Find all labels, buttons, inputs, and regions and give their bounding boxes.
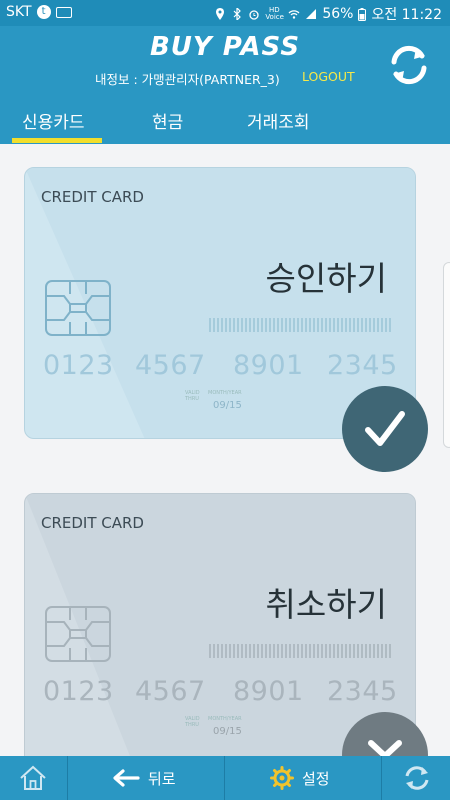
- card-number-group: 8901: [233, 350, 304, 381]
- magnetic-stripe: [209, 318, 391, 332]
- card-number-group: 2345: [327, 676, 398, 707]
- nav-divider: [67, 756, 68, 800]
- tab-cash[interactable]: 현금: [152, 108, 183, 133]
- card-type-label: CREDIT CARD: [41, 188, 144, 206]
- card-number-group: 4567: [135, 350, 206, 381]
- status-bar: SKT t HD Voice 56% 오전 11:22: [0, 0, 450, 26]
- month-year-label: MONTH/YEAR: [208, 716, 242, 722]
- approve-button[interactable]: [342, 386, 428, 472]
- refresh-icon[interactable]: [402, 764, 432, 792]
- notification-icon: [55, 6, 72, 18]
- bluetooth-icon: [233, 8, 242, 20]
- battery-icon: [358, 7, 367, 21]
- card-number-group: 2345: [327, 350, 398, 381]
- card-chip-icon: [45, 280, 111, 336]
- active-tab-indicator: [12, 138, 102, 143]
- card-chip-icon: [45, 606, 111, 662]
- expiry-date: 09/15: [213, 400, 242, 411]
- app-logo: BUY PASS: [149, 32, 301, 62]
- tab-credit-card[interactable]: 신용카드: [22, 108, 85, 133]
- clock: 오전 11:22: [371, 7, 442, 23]
- wifi-icon: [288, 10, 300, 19]
- month-year-label: MONTH/YEAR: [208, 390, 242, 396]
- location-icon: [216, 8, 225, 20]
- settings-label: 설정: [302, 769, 330, 788]
- logout-link[interactable]: LOGOUT: [302, 69, 355, 84]
- user-info: 내정보 : 가맹관리자(PARTNER_3): [95, 72, 280, 87]
- battery-percent: 56%: [322, 6, 354, 22]
- carrier-label: SKT: [6, 4, 32, 20]
- bottom-nav: 뒤로 설정: [0, 756, 450, 800]
- alarm-icon: [249, 10, 259, 20]
- valid-thru-label: VALID THRU: [185, 716, 200, 728]
- settings-button[interactable]: 설정: [270, 763, 330, 793]
- card-number-group: 0123: [43, 676, 114, 707]
- nav-divider: [224, 756, 225, 800]
- cancel-title: 취소하기: [265, 585, 387, 624]
- expiry-date: 09/15: [213, 726, 242, 737]
- tmap-icon: t: [36, 5, 51, 19]
- card-number-group: 4567: [135, 676, 206, 707]
- arrow-left-icon: [113, 769, 140, 787]
- back-button[interactable]: 뒤로: [110, 763, 176, 793]
- check-icon: [365, 411, 405, 446]
- card-number-group: 0123: [43, 350, 114, 381]
- hd-voice-icon: HD Voice: [265, 6, 284, 21]
- refresh-icon[interactable]: [386, 42, 432, 88]
- magnetic-stripe: [209, 644, 391, 658]
- card-type-label: CREDIT CARD: [41, 514, 144, 532]
- next-page-edge: [443, 262, 450, 448]
- signal-icon: [306, 9, 317, 19]
- card-number-group: 8901: [233, 676, 304, 707]
- approve-title: 승인하기: [265, 259, 387, 298]
- home-icon[interactable]: [18, 764, 48, 792]
- gear-icon: [270, 766, 294, 790]
- back-label: 뒤로: [148, 769, 176, 788]
- nav-divider: [381, 756, 382, 800]
- tab-transactions[interactable]: 거래조회: [247, 108, 310, 133]
- valid-thru-label: VALID THRU: [185, 390, 200, 402]
